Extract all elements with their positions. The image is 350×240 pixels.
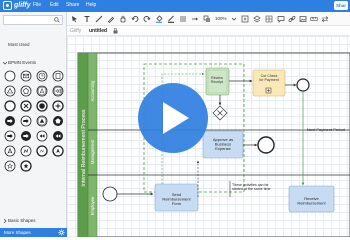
video-play-button[interactable] xyxy=(138,83,208,153)
comment-icon[interactable] xyxy=(277,15,285,23)
link-icon[interactable] xyxy=(288,15,296,23)
escalation-end-shape[interactable] xyxy=(50,144,65,158)
rewind-event-shape[interactable] xyxy=(34,129,49,143)
diagram-canvas[interactable]: Internal Reimbursement Process Accountin… xyxy=(67,36,350,237)
logo-text: gliffy xyxy=(14,2,31,9)
hand-tool-icon[interactable] xyxy=(119,15,127,23)
signal-event-shape[interactable] xyxy=(2,84,17,98)
select-tool-icon[interactable] xyxy=(71,15,79,23)
arrow-throw-event-shape[interactable] xyxy=(18,129,33,143)
document-title[interactable]: untitled xyxy=(89,28,107,34)
error-end-shape[interactable] xyxy=(34,144,49,158)
start-event-shape[interactable] xyxy=(2,69,17,83)
lane-accounting-label: Accounting xyxy=(90,80,95,101)
fit-page-icon[interactable] xyxy=(241,15,249,23)
end-event-shape[interactable] xyxy=(34,99,49,113)
zoom-level[interactable]: 100% xyxy=(215,16,227,21)
parallel-note: These activities can be started at the sa… xyxy=(232,183,271,191)
chevron-down-icon xyxy=(3,61,7,65)
timer-event-shape[interactable] xyxy=(34,69,49,83)
editor-toolbar: 100% xyxy=(67,12,350,26)
compensation-event-shape[interactable] xyxy=(50,84,65,98)
multiple-throw-event-shape[interactable] xyxy=(50,114,65,128)
star-end-shape[interactable] xyxy=(18,159,33,173)
brand-label: Gliffy xyxy=(70,28,82,34)
lane-employee-label: Employee xyxy=(90,196,95,215)
end-event-accounting[interactable] xyxy=(296,78,310,92)
start-event[interactable] xyxy=(102,186,118,202)
link-event-shape[interactable] xyxy=(2,114,17,128)
search-icon xyxy=(54,17,60,23)
conditional-event-shape[interactable] xyxy=(50,69,65,83)
layers-icon[interactable] xyxy=(253,15,261,23)
menu-help[interactable]: Help xyxy=(86,2,96,8)
grid-icon[interactable] xyxy=(265,15,273,23)
terminate-event-shape[interactable] xyxy=(50,99,65,113)
gliffy-logo-icon xyxy=(3,1,12,10)
escalation-throw-shape[interactable] xyxy=(2,144,17,158)
share-button[interactable]: Shar xyxy=(334,1,348,10)
document-title-bar: Gliffy untitled xyxy=(67,26,350,36)
task-cut-check-label: Cut Check for Payment xyxy=(259,74,278,82)
menu-share[interactable]: Share xyxy=(66,2,79,8)
task-review-receipt-label: Review Receipt xyxy=(211,76,223,84)
menubar: gliffy File Edit Share Help Shar xyxy=(0,0,350,12)
section-bpmn-events-label: BPMN Events xyxy=(8,60,37,65)
line-style-icon[interactable] xyxy=(179,15,187,23)
more-shapes-label: More Shapes xyxy=(4,230,31,235)
bring-front-icon[interactable] xyxy=(203,15,211,23)
end-event-management[interactable] xyxy=(257,136,275,154)
link-throw-event-shape[interactable] xyxy=(18,114,33,128)
signal-throw-event-shape[interactable] xyxy=(34,114,49,128)
chevron-right-icon xyxy=(3,219,7,223)
multiple-event-shape[interactable] xyxy=(18,84,33,98)
error-throw-shape[interactable] xyxy=(18,144,33,158)
pool-title: Internal Reimbursement Process xyxy=(81,109,87,186)
color-fill-icon[interactable] xyxy=(155,15,163,23)
swap-icon[interactable] xyxy=(321,15,329,23)
line-color-icon[interactable] xyxy=(167,15,175,23)
lock-icon[interactable] xyxy=(113,28,118,34)
rewind-throw-event-shape[interactable] xyxy=(50,129,65,143)
text-tool-icon[interactable] xyxy=(83,15,91,23)
line-tool-icon[interactable] xyxy=(95,15,103,23)
section-basic-shapes[interactable]: Basic Shapes xyxy=(0,217,67,225)
gliffy-logo[interactable]: gliffy xyxy=(3,1,31,10)
image-icon[interactable] xyxy=(299,15,307,23)
shape-library-sidebar: Most Used BPMN Events Basic Shapes More … xyxy=(0,12,67,237)
lane-management-label: Management xyxy=(90,139,95,164)
pen-tool-icon[interactable] xyxy=(107,15,115,23)
star-event-shape[interactable] xyxy=(2,159,17,173)
section-basic-shapes-label: Basic Shapes xyxy=(8,218,36,223)
escalation-event-shape[interactable] xyxy=(34,84,49,98)
cancel-event-shape[interactable] xyxy=(18,99,33,113)
redo-icon[interactable] xyxy=(143,15,151,23)
arrow-style-icon[interactable] xyxy=(191,15,199,23)
menu-edit[interactable]: Edit xyxy=(50,2,59,8)
section-bpmn-events[interactable]: BPMN Events xyxy=(0,59,67,67)
ruler-icon[interactable] xyxy=(310,15,318,23)
shape-search-input[interactable] xyxy=(3,15,63,25)
section-most-used[interactable]: Most Used xyxy=(0,41,67,49)
arrow-event-shape[interactable] xyxy=(2,129,17,143)
message-event-shape[interactable] xyxy=(18,69,33,83)
menu-file[interactable]: File xyxy=(33,2,41,8)
bpmn-diagram: Internal Reimbursement Process Accountin… xyxy=(77,52,350,237)
next-payment-label: Next Payment Period xyxy=(307,127,345,132)
error-event-shape[interactable] xyxy=(2,99,17,113)
task-approve-label: Approve as Business Expense xyxy=(213,137,233,151)
section-most-used-label: Most Used xyxy=(8,42,30,47)
undo-icon[interactable] xyxy=(131,15,139,23)
chevron-down-icon[interactable] xyxy=(230,15,238,23)
more-shapes-button[interactable]: More Shapes xyxy=(0,228,67,237)
gear-icon xyxy=(58,229,65,236)
bpmn-events-shape-grid xyxy=(2,69,65,173)
